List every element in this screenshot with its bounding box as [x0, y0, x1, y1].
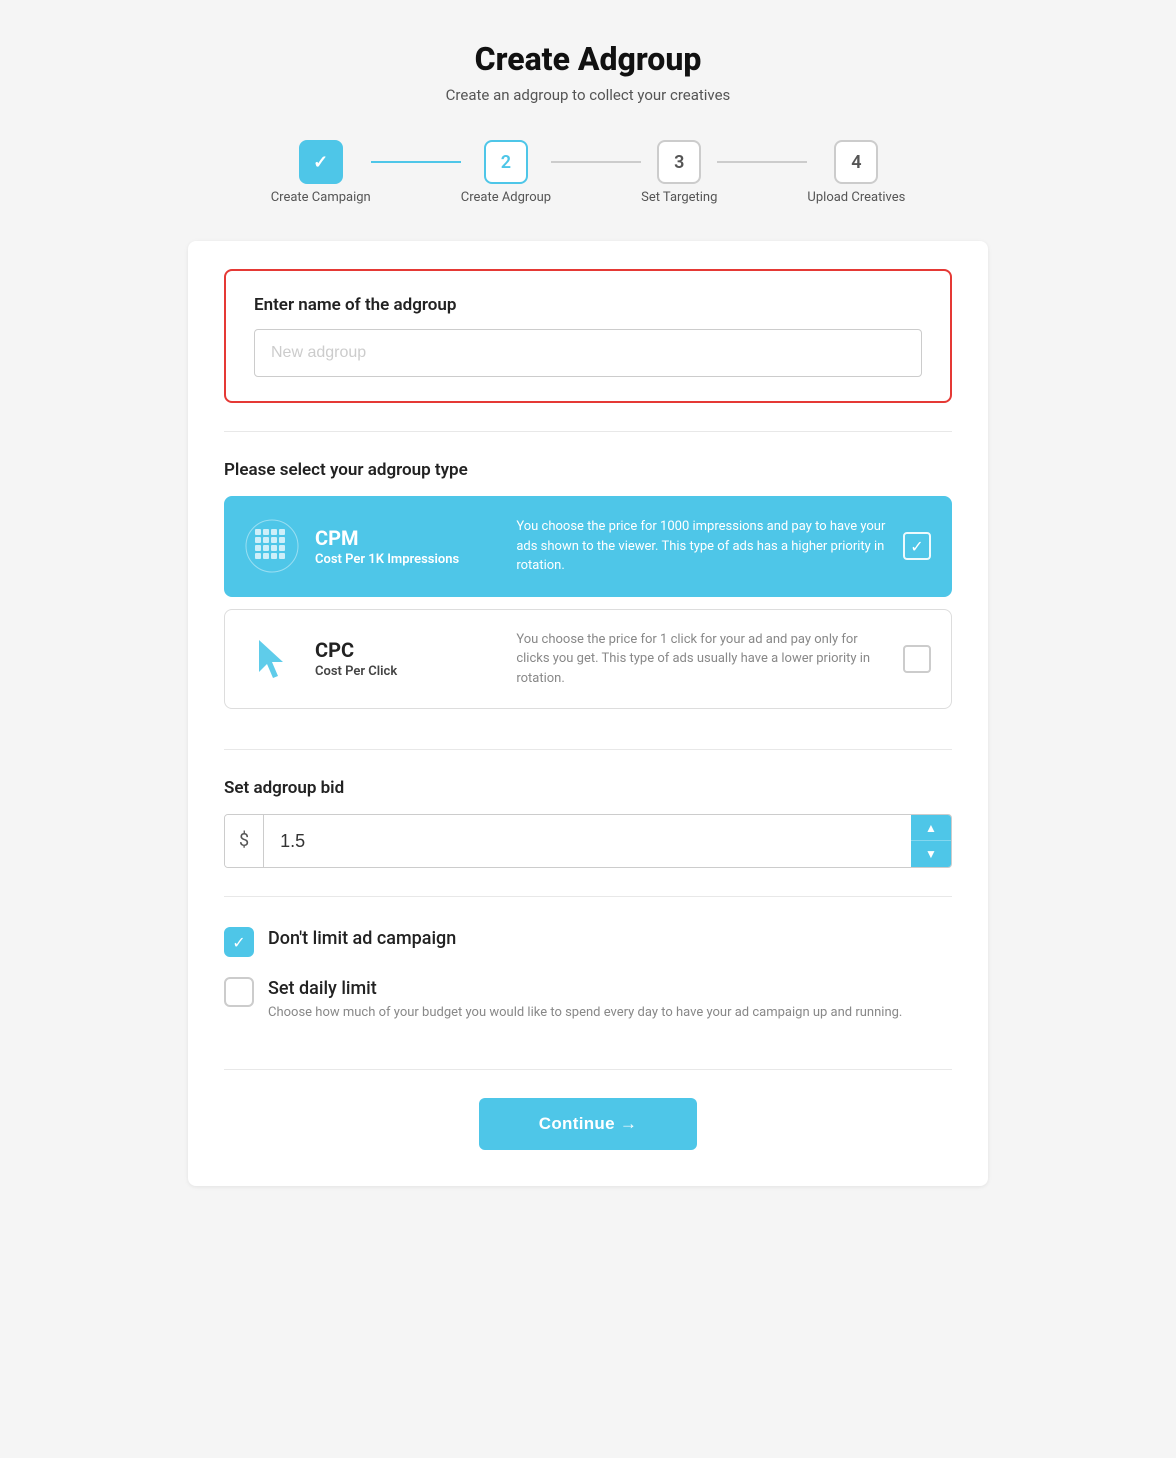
main-card: Enter name of the adgroup Please select … — [188, 241, 988, 1186]
step-4: 4 Upload Creatives — [807, 140, 905, 205]
continue-button[interactable]: Continue → — [479, 1098, 697, 1150]
daily-limit-desc: Choose how much of your budget you would… — [268, 1003, 902, 1023]
cpm-desc: You choose the price for 1000 impression… — [516, 517, 887, 576]
connector-3-4 — [717, 161, 807, 163]
bid-down-button[interactable]: ▼ — [911, 841, 951, 867]
connector-2-3 — [551, 161, 641, 163]
step-1-circle: ✓ — [299, 140, 343, 184]
daily-limit-checkbox[interactable] — [224, 977, 254, 1007]
name-label: Enter name of the adgroup — [254, 295, 922, 315]
bid-currency: $ — [225, 815, 264, 867]
step-1-label: Create Campaign — [271, 190, 371, 205]
cpc-checkbox[interactable] — [903, 645, 931, 673]
cpm-icon — [245, 519, 299, 573]
step-4-circle: 4 — [834, 140, 878, 184]
bid-input-wrapper: $ ▲ ▼ — [224, 814, 952, 868]
adgroup-type-section: Please select your adgroup type — [188, 432, 988, 749]
bid-stepper: ▲ ▼ — [911, 815, 951, 867]
cpc-sub: Cost Per Click — [315, 664, 500, 679]
cpm-sub: Cost Per 1K Impressions — [315, 552, 500, 567]
adgroup-name-input[interactable] — [254, 329, 922, 377]
name-section: Enter name of the adgroup — [188, 241, 988, 431]
cpc-info: CPC Cost Per Click — [315, 638, 500, 679]
bid-up-button[interactable]: ▲ — [911, 815, 951, 841]
cpm-checkbox[interactable]: ✓ — [903, 532, 931, 560]
limit-section: ✓ Don't limit ad campaign Set daily limi… — [188, 897, 988, 1069]
step-2-label: Create Adgroup — [461, 190, 551, 205]
name-section-inner: Enter name of the adgroup — [224, 269, 952, 403]
cpc-name: CPC — [315, 638, 500, 662]
cpc-icon — [245, 632, 299, 686]
step-2-circle: 2 — [484, 140, 528, 184]
dont-limit-checkbox[interactable]: ✓ — [224, 927, 254, 957]
continue-section: Continue → — [188, 1070, 988, 1186]
dont-limit-row: ✓ Don't limit ad campaign — [224, 925, 952, 957]
step-1: ✓ Create Campaign — [271, 140, 371, 205]
stepper: ✓ Create Campaign 2 Create Adgroup 3 Set… — [188, 140, 988, 205]
cpc-card[interactable]: CPC Cost Per Click You choose the price … — [224, 609, 952, 710]
bid-input[interactable] — [264, 817, 911, 866]
page-container: Create Adgroup Create an adgroup to coll… — [188, 40, 988, 1418]
dont-limit-label-wrapper: Don't limit ad campaign — [268, 925, 456, 949]
cpc-desc: You choose the price for 1 click for you… — [516, 630, 887, 689]
daily-limit-row: Set daily limit Choose how much of your … — [224, 975, 952, 1023]
type-section-title: Please select your adgroup type — [224, 460, 952, 480]
daily-limit-label: Set daily limit — [268, 975, 902, 999]
cpm-info: CPM Cost Per 1K Impressions — [315, 526, 500, 567]
cpm-card[interactable]: CPM Cost Per 1K Impressions You choose t… — [224, 496, 952, 597]
step-4-label: Upload Creatives — [807, 190, 905, 205]
bid-section: Set adgroup bid $ ▲ ▼ — [188, 750, 988, 896]
step-3-label: Set Targeting — [641, 190, 717, 205]
daily-limit-label-wrapper: Set daily limit Choose how much of your … — [268, 975, 902, 1023]
step-3-circle: 3 — [657, 140, 701, 184]
page-title: Create Adgroup — [188, 40, 988, 78]
bid-title: Set adgroup bid — [224, 778, 952, 798]
dont-limit-label: Don't limit ad campaign — [268, 925, 456, 949]
connector-1-2 — [371, 161, 461, 163]
step-2: 2 Create Adgroup — [461, 140, 551, 205]
step-3: 3 Set Targeting — [641, 140, 717, 205]
page-subtitle: Create an adgroup to collect your creati… — [188, 86, 988, 104]
cpm-name: CPM — [315, 526, 500, 550]
